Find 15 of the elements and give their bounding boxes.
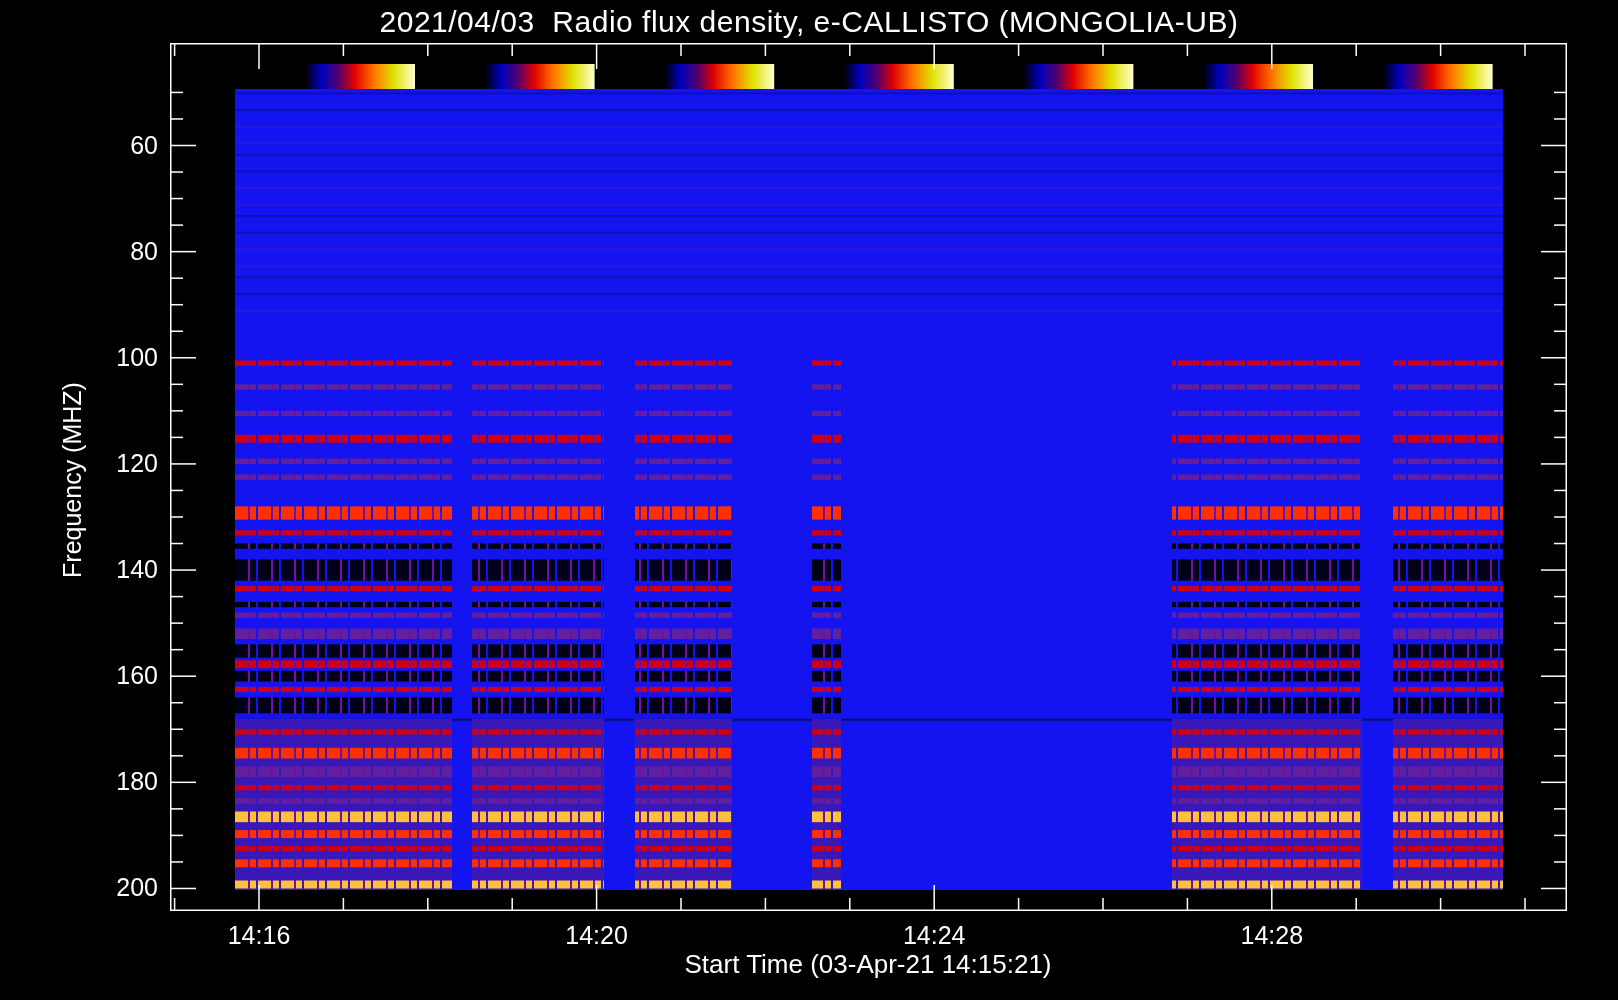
axis-label: Frequency (MHZ) <box>57 382 87 578</box>
tick-label: 60 <box>130 130 158 160</box>
tick-label: 140 <box>116 555 158 585</box>
tick-label: 14:28 <box>1240 921 1304 950</box>
tick-label: 120 <box>116 448 158 478</box>
tick-label: 14:20 <box>565 921 628 950</box>
tick-label: 80 <box>130 236 158 266</box>
tick-label: 160 <box>116 661 158 691</box>
tick-label: 180 <box>116 767 158 797</box>
tick-label: 100 <box>116 342 158 372</box>
tick-label: 200 <box>116 873 158 903</box>
axis-label: Start Time (03-Apr-21 14:15:21) <box>684 949 1052 980</box>
tick-label: 14:24 <box>902 921 966 950</box>
plot-title: 2021/04/03 Radio flux density, e-CALLISTO (MONGOLIA-UB) <box>379 4 1239 39</box>
tick-label: 14:16 <box>227 921 291 950</box>
